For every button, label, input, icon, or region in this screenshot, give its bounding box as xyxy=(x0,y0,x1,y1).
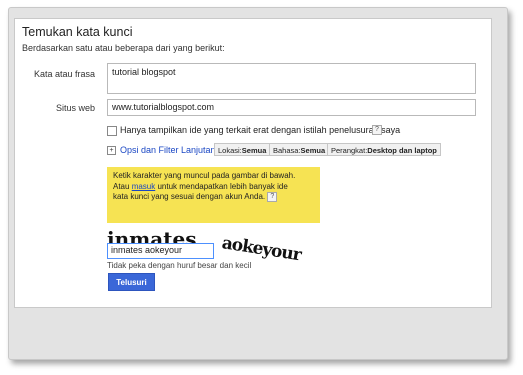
keyword-input[interactable]: tutorial blogspot xyxy=(107,63,476,94)
device-filter-value: Desktop dan laptop xyxy=(367,146,437,155)
advanced-options-link[interactable]: Opsi dan Filter Lanjutan xyxy=(120,145,216,155)
notice-help-icon[interactable]: ? xyxy=(267,192,278,202)
notice-line-2: Atau masuk untuk mendapatkan lebih banya… xyxy=(113,182,314,193)
location-filter-chip[interactable]: Lokasi:Semua xyxy=(214,143,271,156)
language-filter-key: Bahasa: xyxy=(273,146,301,155)
page-subtitle: Berdasarkan satu atau beberapa dari yang… xyxy=(22,43,225,53)
website-label: Situs web xyxy=(55,103,95,113)
notice-line-3-text: kata kunci yang sesuai dengan akun Anda. xyxy=(113,192,266,202)
page-title: Temukan kata kunci xyxy=(22,25,133,39)
notice-line-1: Ketik karakter yang muncul pada gambar d… xyxy=(113,171,296,180)
notice-line-3: kata kunci yang sesuai dengan akun Anda.… xyxy=(113,192,314,203)
language-filter-chip[interactable]: Bahasa:Semua xyxy=(269,143,330,156)
help-icon[interactable]: ? xyxy=(372,125,382,135)
notice-line-2-pre: Atau xyxy=(113,181,132,191)
case-insensitive-hint: Tidak peka dengan huruf besar dan kecil xyxy=(107,261,252,270)
keyword-tool-panel: Temukan kata kunci Berdasarkan satu atau… xyxy=(14,18,492,308)
related-only-label: Hanya tampilkan ide yang terkait erat de… xyxy=(120,125,401,135)
sign-in-link[interactable]: masuk xyxy=(132,182,156,191)
expand-plus-icon[interactable]: + xyxy=(107,146,116,155)
location-filter-value: Semua xyxy=(241,146,267,155)
website-input[interactable]: www.tutorialblogspot.com xyxy=(107,99,476,116)
captcha-notice: Ketik karakter yang muncul pada gambar d… xyxy=(107,167,320,223)
captcha-input[interactable]: inmates aokeyour xyxy=(107,243,214,259)
location-filter-key: Lokasi: xyxy=(218,146,242,155)
search-button[interactable]: Telusuri xyxy=(108,273,155,291)
device-filter-chip[interactable]: Perangkat:Desktop dan laptop xyxy=(327,143,441,156)
related-only-checkbox[interactable] xyxy=(107,126,117,136)
device-filter-key: Perangkat: xyxy=(331,146,368,155)
keyword-label: Kata atau frasa xyxy=(33,69,95,79)
notice-line-2-post: untuk mendapatkan lebih banyak ide xyxy=(155,181,288,191)
language-filter-value: Semua xyxy=(300,146,326,155)
